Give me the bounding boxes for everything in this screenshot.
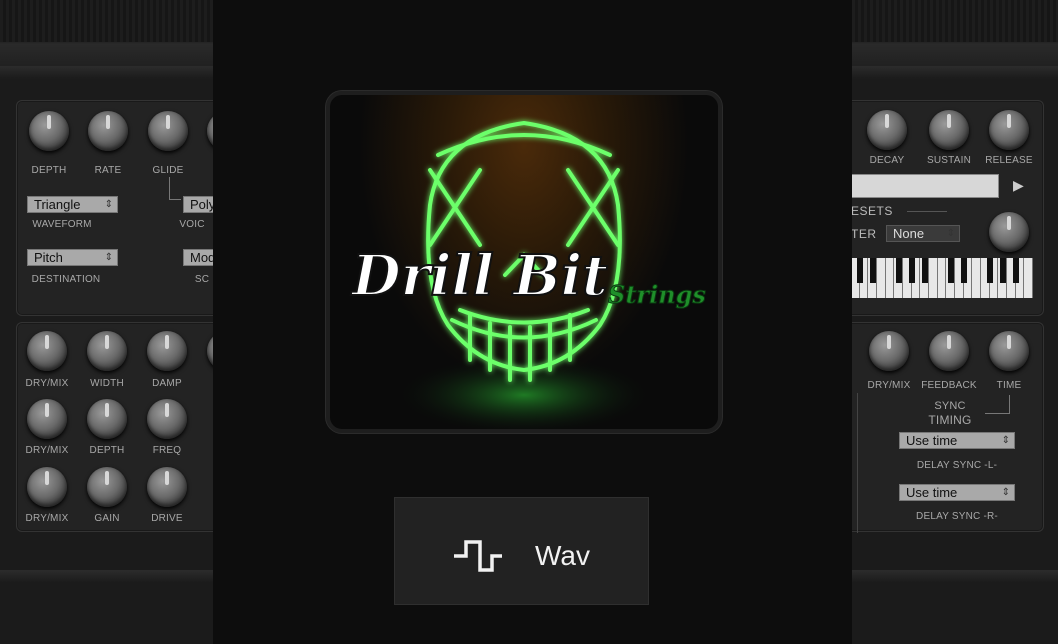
connector-line (169, 177, 170, 199)
piano-keyboard[interactable] (851, 258, 1034, 298)
waveform-label: WAVEFORM (32, 219, 92, 230)
destination-label: DESTINATION (31, 274, 101, 285)
timing-label: TIMING (928, 413, 972, 427)
decay-label: DECAY (869, 155, 905, 166)
neon-mask-icon: Drill Bit Strings (349, 120, 707, 429)
connector-line (985, 413, 1010, 414)
glide-label: GLIDE (152, 165, 184, 176)
lfo-panel: DEPTH RATE GLIDE Triangle WAVEFORM Poly … (16, 100, 247, 316)
preset-display[interactable] (851, 174, 999, 198)
speaker-grille-left (0, 0, 213, 42)
time-knob[interactable] (989, 331, 1029, 371)
width-knob[interactable] (87, 331, 127, 371)
depth-knob[interactable] (29, 111, 69, 151)
glide-knob[interactable] (148, 111, 188, 151)
wav-label: Wav (535, 540, 590, 571)
gain-knob[interactable] (87, 467, 127, 507)
divider (907, 211, 947, 212)
voice-label: VOIC (179, 219, 205, 230)
artwork-title: Drill Bit (350, 243, 608, 309)
connector-line (1009, 395, 1010, 413)
artwork-image: Drill Bit Strings (326, 91, 722, 433)
freq-knob[interactable] (147, 399, 187, 439)
divider (857, 393, 858, 533)
release-label: RELEASE (985, 155, 1033, 166)
time-label: TIME (996, 380, 1022, 391)
drive-drymix-knob[interactable] (27, 467, 67, 507)
waveform-select[interactable]: Triangle (27, 196, 118, 213)
filter-label: TER (851, 227, 877, 241)
delay-panel: DRY/MIX FEEDBACK TIME SYNC TIMING Use ti… (836, 322, 1044, 533)
feedback-knob[interactable] (929, 331, 969, 371)
delay-sync-l-label: DELAY SYNC -L- (916, 460, 998, 471)
envelope-panel: DECAY SUSTAIN RELEASE ▶ ESETS TER None (836, 100, 1044, 316)
decay-knob[interactable] (867, 110, 907, 150)
wav-button[interactable]: Wav (394, 497, 649, 605)
sustain-knob[interactable] (929, 110, 969, 150)
chorus-depth-knob[interactable] (87, 399, 127, 439)
chorus-drymix-knob[interactable] (27, 399, 67, 439)
connector-line (169, 199, 181, 200)
drive-knob[interactable] (147, 467, 187, 507)
delay-sync-r-label: DELAY SYNC -R- (916, 511, 998, 522)
reverb-drymix-knob[interactable] (27, 331, 67, 371)
next-preset-icon[interactable]: ▶ (1013, 177, 1024, 194)
filter-knob[interactable] (989, 212, 1029, 252)
fx-panel: DRY/MIX WIDTH DAMP DRY/MIX DEPTH FREQ DR… (16, 322, 247, 532)
damp-knob[interactable] (147, 331, 187, 371)
delay-sync-l-select[interactable]: Use time (899, 432, 1015, 449)
speaker-grille-right (852, 0, 1058, 42)
square-wave-icon (454, 540, 502, 572)
destination-select[interactable]: Pitch (27, 249, 118, 266)
rate-knob[interactable] (88, 111, 128, 151)
artwork-subtitle: Strings (608, 280, 706, 309)
release-knob[interactable] (989, 110, 1029, 150)
sync-label: SYNC (934, 400, 966, 412)
drive-label: DRIVE (151, 513, 183, 524)
presets-label: ESETS (851, 204, 893, 218)
delay-sync-r-select[interactable]: Use time (899, 484, 1015, 501)
damp-label: DAMP (152, 378, 182, 389)
filter-select[interactable]: None (886, 225, 960, 242)
delay-drymix-knob[interactable] (869, 331, 909, 371)
freq-label: FREQ (152, 445, 182, 456)
